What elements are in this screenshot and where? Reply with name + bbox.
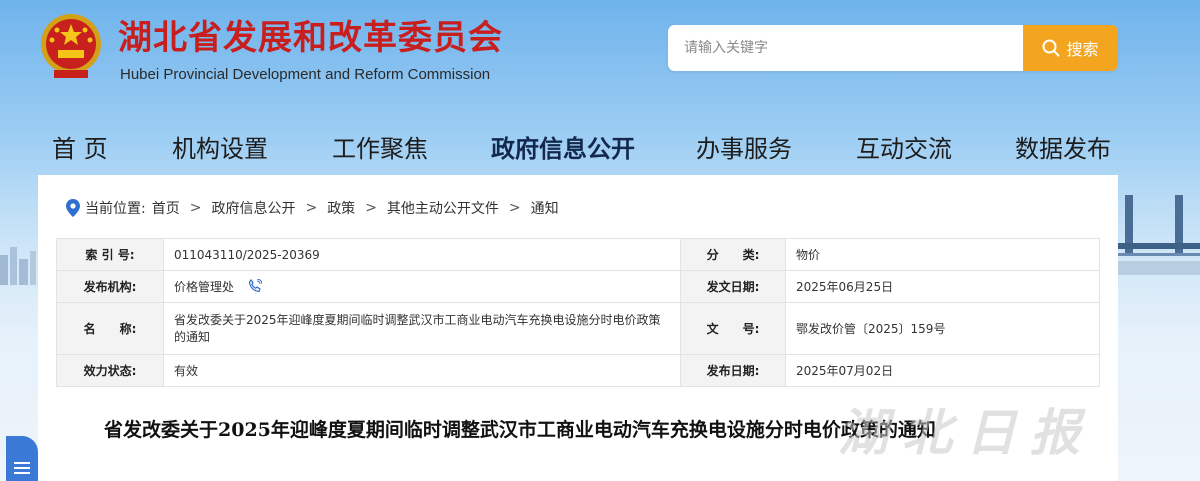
phone-icon[interactable] (248, 278, 263, 296)
search-icon (1042, 39, 1060, 57)
doc-date-value: 2025年06月25日 (785, 270, 1100, 303)
doc-no-value: 鄂发改价管〔2025〕159号 (785, 302, 1100, 355)
site-title: 湖北省发展和改革委员会 (118, 18, 503, 58)
breadcrumb: 当前位置: 首页 > 政府信息公开 > 政策 > 其他主动公开文件 > 通知 (66, 197, 559, 219)
national-emblem-icon (41, 14, 101, 78)
menu-icon (14, 462, 30, 474)
nav-item-gov-info[interactable]: 政府信息公开 (491, 132, 635, 166)
table-row: 索 引 号: 011043110/2025-20369 分 类: 物价 (56, 238, 1100, 271)
search-input[interactable] (668, 25, 1023, 71)
table-row: 名 称: 省发改委关于2025年迎峰度夏期间临时调整武汉市工商业电动汽车充换电设… (56, 302, 1100, 355)
index-label: 索 引 号: (56, 238, 164, 271)
site-subtitle: Hubei Provincial Development and Reform … (120, 66, 491, 83)
nav-item-organization[interactable]: 机构设置 (172, 132, 268, 166)
document-metadata-table: 索 引 号: 011043110/2025-20369 分 类: 物价 发布机构… (56, 238, 1100, 387)
nav-item-home[interactable]: 首 页 (52, 132, 108, 166)
name-value: 省发改委关于2025年迎峰度夏期间临时调整武汉市工商业电动汽车充换电设施分时电价… (163, 302, 681, 355)
org-cell: 价格管理处 (163, 270, 681, 303)
watermark: 湖北日报 (838, 403, 1094, 462)
name-label: 名 称: (56, 302, 164, 355)
breadcrumb-other-files[interactable]: 其他主动公开文件 (387, 198, 499, 218)
category-value: 物价 (785, 238, 1100, 271)
org-label: 发布机构: (56, 270, 164, 303)
nav-item-services[interactable]: 办事服务 (696, 132, 792, 166)
search-box: 搜索 (668, 25, 1118, 71)
breadcrumb-home[interactable]: 首页 (152, 198, 180, 218)
org-value: 价格管理处 (174, 279, 235, 294)
breadcrumb-separator: > (305, 200, 318, 216)
breadcrumb-policy[interactable]: 政策 (327, 198, 355, 218)
pub-date-label: 发布日期: (680, 354, 786, 387)
table-row: 发布机构: 价格管理处 发文日期: 2025年06月25日 (56, 270, 1100, 303)
breadcrumb-separator: > (508, 200, 521, 216)
location-pin-icon (66, 199, 80, 217)
bridge-decoration (1105, 195, 1200, 275)
nav-item-data[interactable]: 数据发布 (1015, 132, 1111, 166)
breadcrumb-gov-info[interactable]: 政府信息公开 (211, 198, 295, 218)
doc-date-label: 发文日期: (680, 270, 786, 303)
document-title: 省发改委关于2025年迎峰度夏期间临时调整武汉市工商业电动汽车充换电设施分时电价… (104, 419, 936, 441)
breadcrumb-prefix: 当前位置: (85, 201, 146, 217)
main-nav: 首 页 机构设置 工作聚焦 政府信息公开 办事服务 互动交流 数据发布 (0, 132, 1200, 172)
pub-date-value: 2025年07月02日 (785, 354, 1100, 387)
table-row: 效力状态: 有效 发布日期: 2025年07月02日 (56, 354, 1100, 387)
search-button[interactable]: 搜索 (1023, 25, 1118, 71)
side-menu-tab[interactable] (6, 436, 38, 481)
breadcrumb-notice[interactable]: 通知 (531, 198, 559, 218)
nav-item-interaction[interactable]: 互动交流 (856, 132, 952, 166)
breadcrumb-separator: > (365, 200, 377, 216)
nav-item-work-focus[interactable]: 工作聚焦 (332, 132, 428, 166)
search-button-label: 搜索 (1066, 40, 1099, 59)
status-label: 效力状态: (56, 354, 164, 387)
doc-no-label: 文 号: (680, 302, 786, 355)
breadcrumb-separator: > (189, 200, 202, 216)
index-value: 011043110/2025-20369 (163, 238, 681, 271)
content-panel: 当前位置: 首页 > 政府信息公开 > 政策 > 其他主动公开文件 > 通知 索… (38, 175, 1118, 481)
category-label: 分 类: (680, 238, 786, 271)
status-value: 有效 (163, 354, 681, 387)
